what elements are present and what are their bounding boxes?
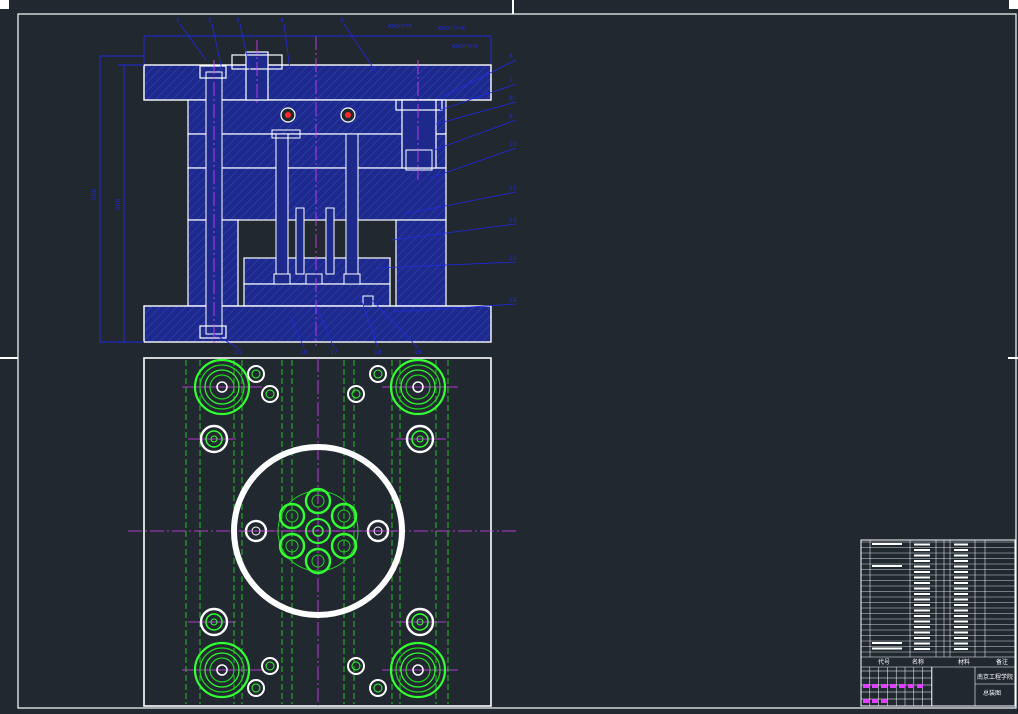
leader-label-top: 5	[340, 17, 344, 24]
leader-label-bottom: 17	[330, 349, 338, 356]
bottom-clamp-plate	[143, 305, 492, 343]
leader-label-right: 12	[509, 217, 517, 224]
svg-text:000: 000	[115, 198, 122, 210]
bom-header-remark: 备注	[996, 658, 1008, 666]
leader-label-right: 10	[509, 141, 517, 148]
tolerance-note-2: Φ00H7/m6	[438, 26, 465, 32]
core-plate	[187, 167, 447, 221]
leader-label-bottom: 18	[374, 349, 382, 356]
front-section-view: 000 000 Φ00H7/f6 Φ00H7/m6 Φ00H7/n6	[91, 24, 492, 346]
cad-canvas: 000 000 Φ00H7/f6 Φ00H7/m6 Φ00H7/n6 12345…	[0, 0, 1018, 710]
top-clamp-plate	[143, 64, 492, 101]
bom-header-name: 名称	[912, 658, 924, 666]
leader-label-right: 14	[509, 297, 517, 304]
leader-label-right: 7	[509, 77, 513, 84]
drawing-title: 总装图	[983, 689, 1001, 697]
leader-label-right: 6	[509, 53, 513, 60]
bom-header-code: 代号	[878, 658, 890, 666]
leader-label-bottom: 15	[234, 349, 242, 356]
leader-label-right: 9	[509, 113, 513, 120]
leader-label-top: 2	[208, 17, 212, 24]
leader-label-top: 3	[236, 17, 240, 24]
tolerance-note-1: Φ00H7/f6	[388, 24, 412, 30]
title-block: 代号 名称 材料 备注 南京工程学院 总装图	[860, 539, 1016, 707]
plan-view	[128, 357, 516, 707]
leader-label-right: 13	[509, 255, 517, 262]
bom-header-material: 材料	[958, 658, 970, 666]
tolerance-note-3: Φ00H7/n6	[452, 44, 477, 50]
leader-label-bottom: 16	[300, 349, 308, 356]
leader-label-bottom: 19	[414, 349, 422, 356]
svg-text:000: 000	[91, 188, 98, 200]
leader-label-right: 11	[509, 185, 517, 192]
leader-label-right: 8	[509, 95, 513, 102]
school-name: 南京工程学院	[977, 673, 1013, 681]
right-spacer-block	[395, 219, 447, 307]
leader-label-top: 4	[280, 17, 284, 24]
leader-label-top: 1	[176, 17, 180, 24]
